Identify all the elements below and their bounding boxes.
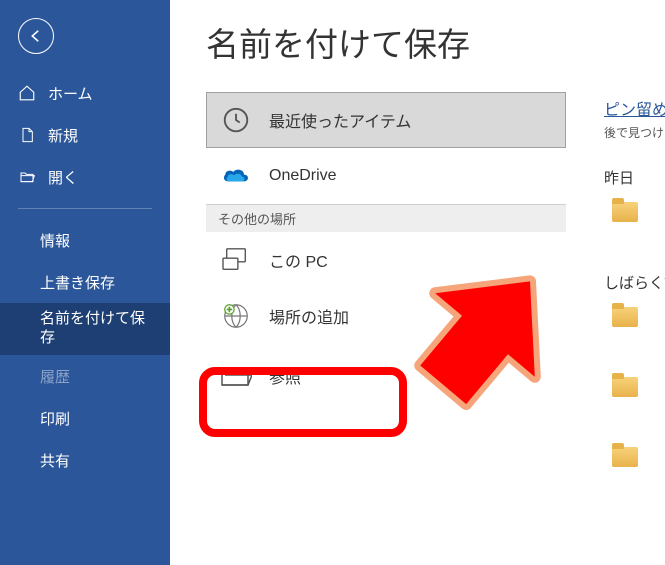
- document-icon: [18, 126, 36, 144]
- location-onedrive[interactable]: OneDrive: [206, 148, 566, 204]
- home-icon: [18, 84, 36, 102]
- sidebar-item-label: 名前を付けて保存: [40, 310, 152, 348]
- browse-folder-icon: [219, 359, 253, 393]
- sidebar-item-info[interactable]: 情報: [0, 219, 170, 261]
- section-longago: しばらく前: [604, 272, 665, 293]
- sidebar-item-label: 上書き保存: [40, 272, 115, 293]
- pin-link[interactable]: ピン留め: [604, 96, 665, 120]
- folder-icon[interactable]: [612, 202, 638, 222]
- sidebar-item-label: 情報: [40, 230, 70, 251]
- location-label: この PC: [269, 248, 328, 272]
- location-thispc[interactable]: この PC: [206, 232, 566, 288]
- section-yesterday: 昨日: [604, 167, 665, 188]
- location-label: 最近使ったアイテム: [269, 108, 411, 132]
- main-panel: 名前を付けて保存 最近使ったアイテム OneDrive その他の場所: [170, 0, 665, 565]
- pin-subtext: 後で見つけ: [604, 124, 665, 141]
- backstage-sidebar: ホーム 新規 開く 情報 上書き保存 名前を付けて保存 履歴 印刷: [0, 0, 170, 565]
- onedrive-icon: [219, 159, 253, 193]
- right-cropped-column: ピン留め 後で見つけ 昨日 しばらく前: [604, 96, 665, 467]
- location-recent[interactable]: 最近使ったアイテム: [206, 92, 566, 148]
- location-browse[interactable]: 参照: [206, 344, 566, 408]
- sidebar-item-label: 新規: [48, 125, 78, 146]
- folder-icon[interactable]: [612, 447, 638, 467]
- location-label: 場所の追加: [269, 304, 349, 328]
- location-addplace[interactable]: 場所の追加: [206, 288, 566, 344]
- sidebar-item-label: 印刷: [40, 408, 70, 429]
- clock-icon: [219, 103, 253, 137]
- sidebar-nav: ホーム 新規 開く 情報 上書き保存 名前を付けて保存 履歴 印刷: [0, 72, 170, 481]
- sidebar-item-home[interactable]: ホーム: [0, 72, 170, 114]
- folder-open-icon: [18, 168, 36, 186]
- sidebar-item-label: 履歴: [40, 366, 70, 387]
- sidebar-item-open[interactable]: 開く: [0, 156, 170, 198]
- folder-icon[interactable]: [612, 307, 638, 327]
- sidebar-item-new[interactable]: 新規: [0, 114, 170, 156]
- sidebar-item-label: 開く: [48, 167, 78, 188]
- locations-list: 最近使ったアイテム OneDrive その他の場所 この PC: [206, 92, 566, 408]
- locations-other-heading: その他の場所: [206, 204, 566, 232]
- folder-icon[interactable]: [612, 377, 638, 397]
- sidebar-item-share[interactable]: 共有: [0, 439, 170, 481]
- back-arrow-icon: [27, 27, 45, 45]
- sidebar-separator: [18, 208, 152, 209]
- sidebar-item-print[interactable]: 印刷: [0, 397, 170, 439]
- location-label: 参照: [269, 364, 301, 388]
- thispc-icon: [219, 243, 253, 277]
- addplace-icon: [219, 299, 253, 333]
- sidebar-item-label: 共有: [40, 450, 70, 471]
- location-label: OneDrive: [269, 167, 337, 185]
- sidebar-item-history[interactable]: 履歴: [0, 355, 170, 397]
- page-title: 名前を付けて保存: [206, 18, 665, 66]
- back-button[interactable]: [18, 18, 54, 54]
- sidebar-item-saveas[interactable]: 名前を付けて保存: [0, 303, 170, 355]
- sidebar-item-label: ホーム: [48, 83, 93, 104]
- sidebar-item-save[interactable]: 上書き保存: [0, 261, 170, 303]
